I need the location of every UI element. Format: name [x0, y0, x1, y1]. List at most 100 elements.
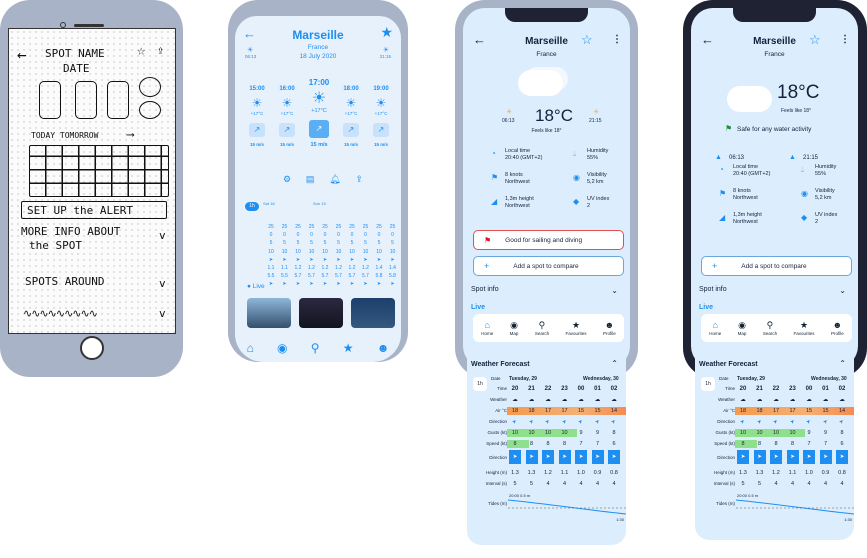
notch	[733, 8, 816, 22]
time-cell: 20	[511, 386, 519, 392]
chevron-down-icon[interactable]: v	[159, 229, 166, 242]
map-icon[interactable]: ▤	[306, 174, 315, 185]
height-cell: 1.2	[772, 470, 780, 476]
temp-label: +17°C	[250, 111, 264, 116]
temp-label: +17°C	[374, 111, 388, 116]
wind-direction-icon: ↗	[249, 123, 265, 137]
nav-label: Search	[534, 330, 550, 336]
cell: ➤	[268, 256, 274, 263]
temp-label: +17°C	[280, 111, 294, 116]
search-icon: ⚲	[538, 319, 546, 330]
weather-label: Weather	[718, 397, 735, 402]
gear-icon[interactable]: ⚙	[283, 174, 291, 185]
direction-cell: ➤	[544, 418, 552, 426]
speed-cell: 6	[840, 441, 844, 447]
good-sailing-text: Good for sailing and diving	[505, 236, 583, 244]
chevron-down-icon[interactable]: v	[159, 277, 166, 290]
wave-direction-cell: ➤	[558, 450, 571, 464]
nav-label: Search	[762, 330, 778, 336]
wave-direction-label: Direction	[717, 455, 735, 460]
camera-icon[interactable]	[139, 101, 161, 119]
wind-icon: ⚑	[491, 173, 499, 182]
profile-icon[interactable]: ☻	[377, 341, 390, 355]
add-spot-button[interactable]: + Add a spot to compare	[701, 256, 852, 276]
map-icon[interactable]	[139, 77, 161, 97]
cell: 25	[349, 224, 355, 230]
bell-icon[interactable]: 🔔︎	[329, 174, 340, 185]
share-icon[interactable]: ⇪	[157, 43, 164, 57]
direction-cell: ➤	[560, 418, 569, 426]
speaker-grill	[74, 24, 104, 27]
nav-item-favourites[interactable]: ★ Favourites	[566, 320, 587, 336]
home-icon[interactable]: ⌂	[247, 341, 254, 355]
live-thumb-1[interactable]	[247, 298, 291, 328]
direction-cell: ➤	[788, 418, 797, 426]
chevron-up-icon[interactable]: ⌃	[839, 359, 846, 368]
weather-label: Weather	[490, 397, 507, 402]
time-cell: 00	[805, 386, 813, 392]
nav-item-home[interactable]: ⌂ Home	[709, 320, 721, 336]
more-options-icon[interactable]: ⋮	[840, 34, 850, 45]
star-icon[interactable]: ☆	[137, 43, 145, 59]
cell: ➤	[390, 256, 395, 263]
gusts-cell: 9	[579, 430, 583, 436]
country: France	[764, 51, 785, 58]
time-cell: 20	[739, 386, 747, 392]
nav-item-home[interactable]: ⌂ Home	[481, 320, 493, 336]
direction-cell: ➤	[772, 418, 780, 426]
nav-label: Map	[509, 330, 519, 336]
live-thumb-2[interactable]	[299, 298, 343, 328]
sunrise-time: 06:13	[729, 155, 745, 161]
add-spot-button[interactable]: + Add a spot to compare	[473, 256, 624, 276]
wind-direction-icon: ↗	[373, 123, 389, 137]
chevron-down-icon[interactable]: ⌄	[839, 286, 846, 295]
weather-cell: ☁	[545, 397, 551, 403]
share-icon[interactable]: ⇪	[355, 174, 363, 185]
nav-item-profile[interactable]: ☻ Profile	[603, 320, 616, 336]
live-text: Live	[252, 283, 265, 290]
temp-label: +17°C	[344, 111, 358, 116]
nav-label: Map	[737, 330, 747, 336]
star-icon[interactable]: ☆	[581, 32, 593, 48]
globe-icon[interactable]: ◉	[277, 341, 287, 355]
nav-item-favourites[interactable]: ★ Favourites	[794, 320, 815, 336]
day-1: Tuesday, 29	[509, 376, 537, 382]
wave-direction-cell: ➤	[836, 450, 848, 464]
tab-1h[interactable]: 1h	[245, 202, 259, 211]
star-icon[interactable]: ☆	[809, 32, 821, 48]
nav-item-profile[interactable]: ☻ Profile	[831, 320, 844, 336]
nav-item-search[interactable]: ⚲ Search	[762, 320, 778, 336]
globe-icon: ◉	[738, 319, 746, 330]
speed-cell: 8	[529, 441, 534, 447]
chevron-down-icon[interactable]: ⌄	[611, 286, 618, 295]
nav-item-map[interactable]: ◉ Map	[509, 320, 519, 336]
cell: 10	[308, 248, 315, 255]
back-arrow-icon[interactable]: ←	[17, 45, 27, 64]
live-thumb-3[interactable]	[351, 298, 395, 328]
city-title: Marseille	[753, 36, 796, 47]
info-value: 20:40 (GMT+2)	[505, 155, 543, 161]
chevron-up-icon[interactable]: ⌃	[611, 359, 618, 368]
nav-item-search[interactable]: ⚲ Search	[534, 319, 550, 336]
search-icon[interactable]: ⚲	[311, 341, 320, 355]
air-cell: 17	[789, 408, 796, 414]
air-cell: 18	[739, 408, 747, 414]
star-filled-icon[interactable]: ★	[380, 24, 393, 41]
good-sailing-banner[interactable]: ⚑ Good for sailing and diving	[473, 230, 624, 250]
bottom-nav: ⌂ ◉ ⚲ ★ ☻	[235, 334, 401, 362]
cell: 10	[389, 248, 396, 255]
cell: 10	[295, 248, 301, 255]
time-cell: 22	[772, 386, 780, 392]
sketch-today-tomorrow: TODAY TOMORROW	[31, 131, 99, 140]
star-icon[interactable]: ★	[343, 341, 354, 355]
wave-direction-cell: ➤	[608, 450, 620, 464]
nav-item-map[interactable]: ◉ Map	[737, 319, 747, 336]
home-button[interactable]	[80, 336, 104, 360]
chevron-down-icon[interactable]: v	[159, 307, 166, 320]
height-cell: 0.8	[610, 470, 618, 476]
sun-cloud-icon: ☀	[345, 96, 357, 110]
temp-label: +17°C	[311, 108, 327, 114]
more-options-icon[interactable]: ⋮	[612, 34, 622, 45]
flag-icon: ⚑	[725, 124, 733, 133]
forecast-extension-dark: Weather Forecast ⌃ 1h Date Tuesday, 29 Wednes…	[695, 355, 854, 540]
